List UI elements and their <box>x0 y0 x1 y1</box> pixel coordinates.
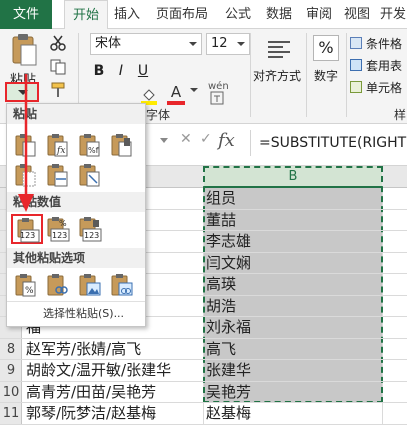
paste-linked-picture-icon[interactable] <box>109 272 135 298</box>
format-painter-icon[interactable] <box>50 82 66 98</box>
annotation-arrow <box>14 74 38 214</box>
paste-formulas-number-format-icon[interactable]: %f <box>77 132 103 158</box>
font-group-label: 字体 <box>146 108 171 122</box>
cell-b[interactable]: 吴艳芳 <box>206 382 380 404</box>
cell-a[interactable]: 胡龄文/温开敏/张建华 <box>26 360 202 382</box>
paste-values-number-text: 123 <box>52 231 68 240</box>
chevron-down-icon[interactable] <box>190 88 198 92</box>
paste-link-icon[interactable] <box>45 272 71 298</box>
percent-glyph: % <box>59 219 67 228</box>
phonetic-guide-label: wén <box>208 81 229 92</box>
conditional-format-icon <box>350 37 362 49</box>
tab-page-layout[interactable]: 页面布局 <box>150 0 214 29</box>
cut-icon[interactable] <box>50 35 66 51</box>
row-header[interactable]: 10 <box>0 382 22 404</box>
paste-picture-icon[interactable] <box>77 272 103 298</box>
format-as-table-button[interactable]: 套用表 <box>350 57 407 75</box>
cell-b[interactable]: 胡浩 <box>206 296 380 318</box>
tab-developer[interactable]: 开发 <box>378 0 407 29</box>
svg-text:%f: %f <box>88 146 99 155</box>
format-as-table-label: 套用表 <box>366 59 403 73</box>
font-color-letter: A <box>170 83 182 101</box>
tab-data[interactable]: 数据 <box>261 0 297 29</box>
tab-home[interactable]: 开始 <box>64 0 108 30</box>
section-other-paste: 其他粘贴选项 <box>7 248 145 268</box>
cell-b[interactable]: 组员 <box>206 188 380 210</box>
ribbon-separator <box>306 33 307 117</box>
ribbon-tab-bar: 文件 开始 插入 页面布局 公式 数据 审阅 视图 开发 <box>0 0 407 30</box>
cell-styles-icon <box>350 81 362 93</box>
align-icon[interactable] <box>266 37 292 63</box>
cancel-icon[interactable]: ✕ <box>180 132 194 146</box>
paste-keep-source-format-icon[interactable] <box>109 132 135 158</box>
tab-review[interactable]: 审阅 <box>302 0 336 29</box>
format-table-icon <box>350 59 362 71</box>
tab-file[interactable]: 文件 <box>0 0 52 29</box>
row-header[interactable]: 9 <box>0 360 22 382</box>
ribbon-separator <box>250 33 251 117</box>
font-size-value: 12 <box>211 36 228 51</box>
font-name-combo[interactable]: 宋体 <box>90 33 202 55</box>
insert-function-button[interactable]: fx <box>218 130 246 152</box>
styles-group-label: 样 <box>394 108 407 122</box>
cell-b[interactable]: 李志雄 <box>206 231 380 253</box>
paste-formatting-icon[interactable]: % <box>13 272 39 298</box>
number-label[interactable]: 数字 <box>314 67 344 83</box>
font-name-value: 宋体 <box>95 36 122 51</box>
ribbon-separator <box>346 33 347 117</box>
paste-values-number-format-icon[interactable]: % 123 <box>45 216 71 242</box>
cell-b[interactable]: 赵基梅 <box>206 403 380 425</box>
bold-button[interactable]: B <box>90 61 108 81</box>
conditional-format-button[interactable]: 条件格 <box>350 35 407 53</box>
cell-b[interactable]: 张建华 <box>206 360 380 382</box>
paste-keep-column-width-icon[interactable] <box>45 162 71 188</box>
cell-b[interactable]: 闫文娴 <box>206 253 380 275</box>
paste-formulas-icon[interactable]: fx <box>45 132 71 158</box>
font-color-button[interactable]: A <box>166 84 186 106</box>
paste-values-source-format-icon[interactable]: 123 <box>77 216 103 242</box>
paste-values-source-text: 123 <box>84 231 100 240</box>
cell-a[interactable]: 赵军芳/张婧/高飞 <box>26 339 202 361</box>
confirm-icon[interactable]: ✓ <box>200 132 214 146</box>
cell-a[interactable]: 郭琴/阮梦洁/赵基梅 <box>26 403 202 425</box>
copy-icon[interactable] <box>50 59 66 75</box>
paste-values-text: 123 <box>20 231 36 240</box>
chevron-down-icon[interactable] <box>160 138 168 143</box>
chevron-down-icon <box>237 42 245 46</box>
tab-formulas[interactable]: 公式 <box>220 0 256 29</box>
menu-divider <box>7 301 145 302</box>
number-format-button[interactable]: % <box>313 35 339 61</box>
svg-text:%: % <box>25 286 34 296</box>
paste-transpose-icon[interactable] <box>77 162 103 188</box>
paste-values-button[interactable]: 123 <box>11 214 43 244</box>
font-size-combo[interactable]: 12 <box>206 33 250 55</box>
row-header[interactable]: 8 <box>0 339 22 361</box>
conditional-format-label: 条件格 <box>366 37 403 51</box>
italic-button[interactable]: I <box>112 61 130 81</box>
paste-icon[interactable] <box>10 33 38 69</box>
tab-view[interactable]: 视图 <box>340 0 374 29</box>
cell-b[interactable]: 董喆 <box>206 210 380 232</box>
chevron-down-icon <box>189 42 197 46</box>
paste-special-item[interactable]: 选择性粘贴(S)... <box>43 304 143 324</box>
phonetic-guide-button[interactable]: wén <box>206 81 232 105</box>
underline-button[interactable]: U <box>134 61 152 81</box>
cell-a[interactable]: 高青芳/田苗/吴艳芳 <box>26 382 202 404</box>
alignment-label[interactable]: 对齐方式 <box>253 67 307 83</box>
cell-b[interactable]: 高瑛 <box>206 274 380 296</box>
svg-text:fx: fx <box>56 146 65 156</box>
font-color-swatch <box>167 101 185 105</box>
row-header[interactable]: 11 <box>0 403 22 425</box>
cell-b[interactable]: 高飞 <box>206 339 380 361</box>
formula-input[interactable]: =SUBSTITUTE(RIGHT( <box>250 130 407 156</box>
cell-b[interactable]: 刘永福 <box>206 317 380 339</box>
cell-styles-label: 单元格 <box>366 81 403 95</box>
tab-insert[interactable]: 插入 <box>110 0 144 29</box>
cell-styles-button[interactable]: 单元格 <box>350 79 407 97</box>
